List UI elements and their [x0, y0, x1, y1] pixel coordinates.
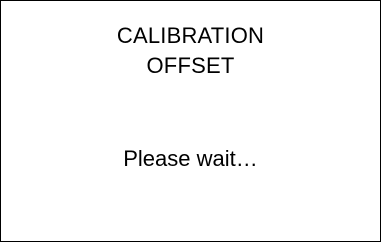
title-line-offset: OFFSET — [146, 53, 235, 78]
page-title: CALIBRATION OFFSET — [1, 21, 380, 81]
device-display: CALIBRATION OFFSET Please wait… — [0, 0, 381, 242]
title-line-calibration: CALIBRATION — [116, 23, 265, 48]
status-message: Please wait… — [123, 146, 258, 171]
